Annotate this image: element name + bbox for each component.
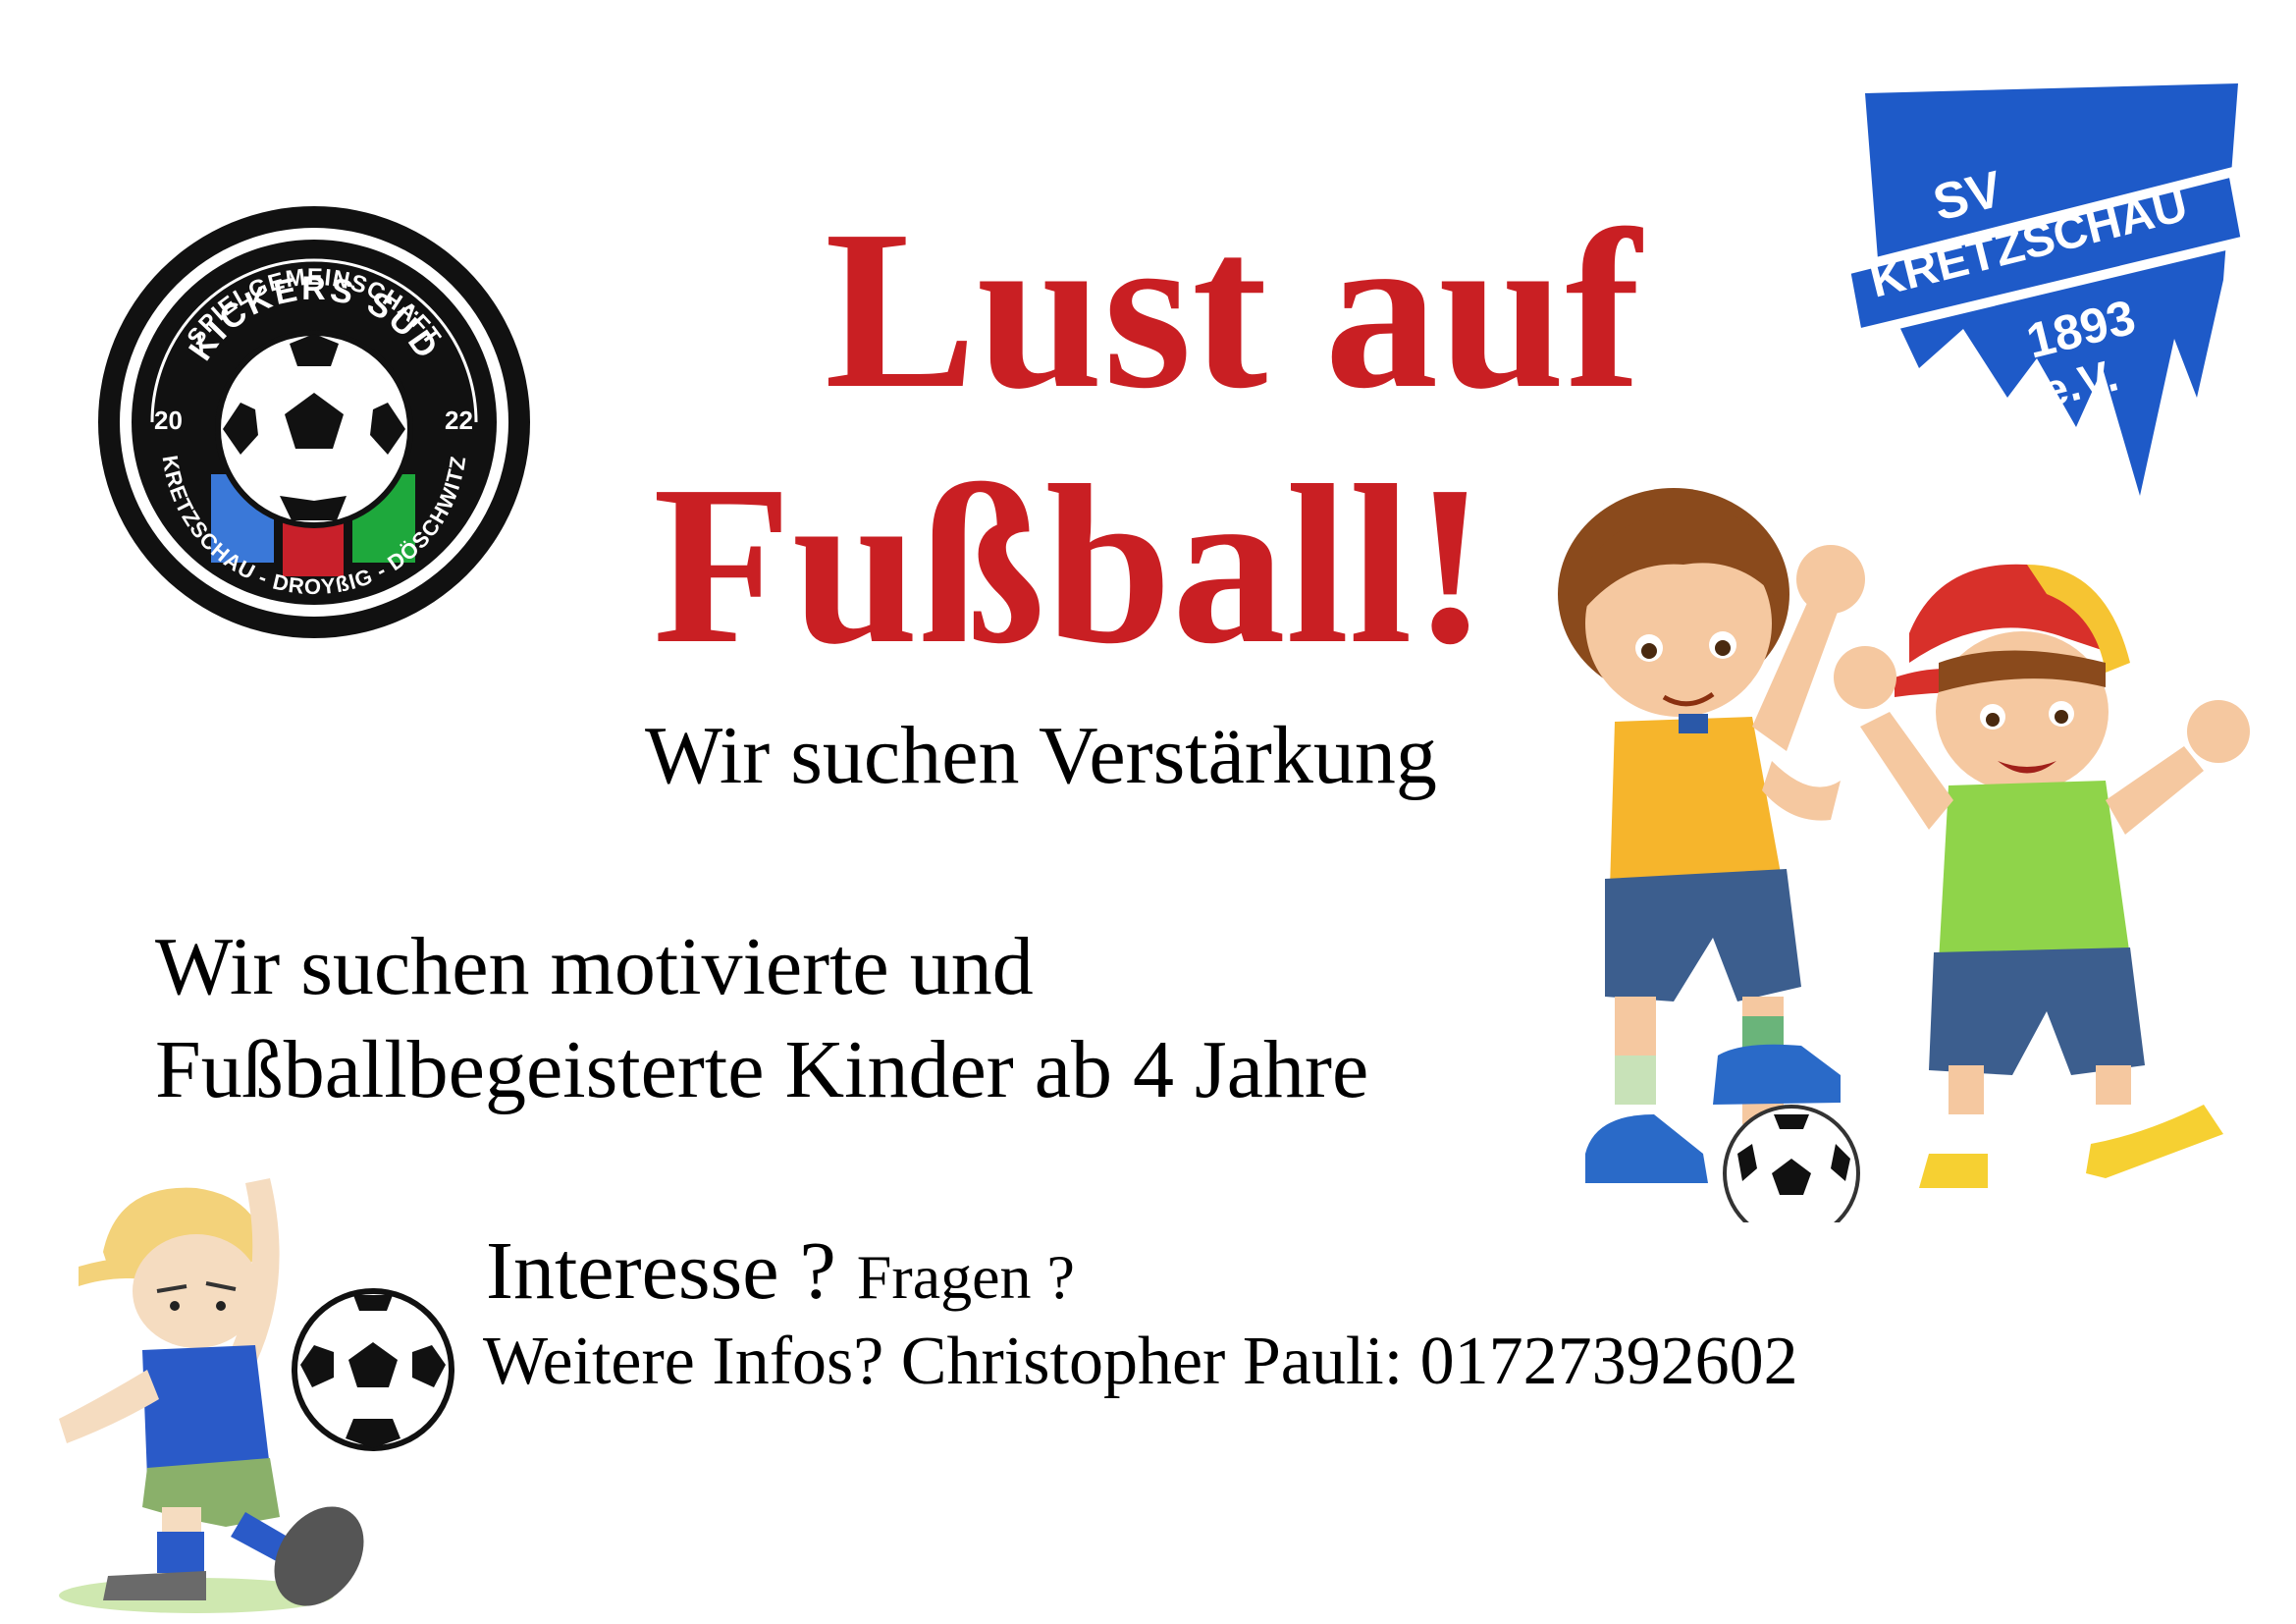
two-boys-football-illustration [1558,488,2250,1222]
headline-line-2: Fußball! [653,439,1488,691]
logo-year-right: 22 [445,406,473,435]
interest-small: Fragen ? [856,1242,1075,1312]
subtitle: Wir suchen Verstärkung [645,710,1437,801]
sv-kretzschau-crest: SV KRETZSCHAU 1893 e.V. [1840,83,2248,496]
logo-year-left: 20 [154,406,183,435]
description-line-1: Wir suchen motivierte und [155,921,1034,1012]
interest-large: Interesse ? [486,1225,836,1317]
football-icon [292,1288,454,1451]
interest-line: Interesse ? Fragen ? [486,1230,1075,1313]
kickers-sued-logo: SPIELGEMEINSCHAFT KICKERS SÜD 20 22 KRET… [98,206,530,638]
contact-line: Weitere Infos? Christopher Pauli: 017273… [483,1324,1798,1399]
description-line-2: Fußballbegeisterte Kinder ab 4 Jahre [155,1024,1369,1115]
headline-line-1: Lust auf [825,184,1641,436]
